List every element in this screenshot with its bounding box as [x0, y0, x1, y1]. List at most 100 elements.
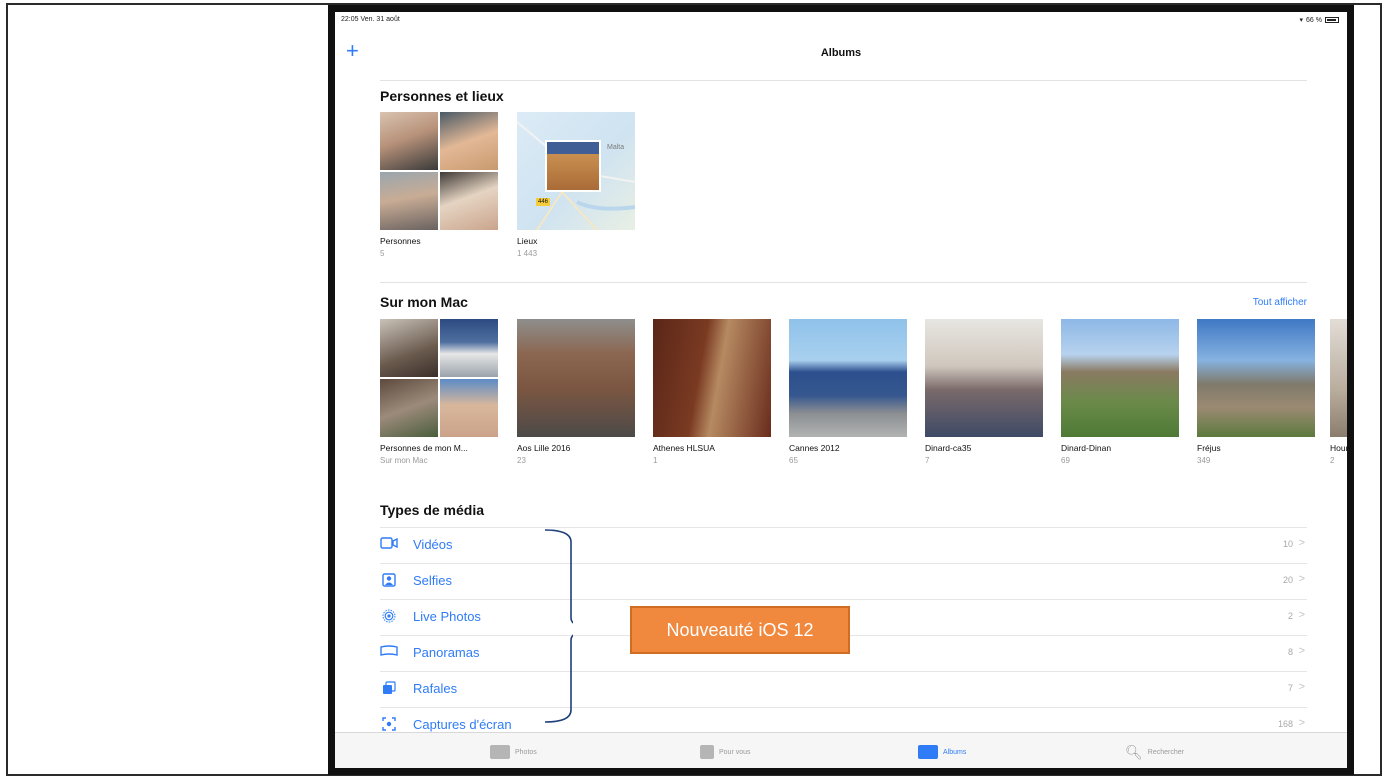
my-mac-header: Sur mon Mac Tout afficher: [380, 294, 1307, 310]
album-item[interactable]: Personnes de mon M... Sur mon Mac: [380, 319, 498, 465]
selfie-icon: [380, 573, 398, 587]
album-item[interactable]: Fréjus 349: [1197, 319, 1315, 465]
album-item[interactable]: Aos Lille 2016 23: [517, 319, 635, 465]
battery-icon: [1325, 17, 1339, 23]
album-count: Sur mon Mac: [380, 456, 428, 465]
for-you-tab-icon: [700, 745, 714, 759]
album-name: Dinard-ca35: [925, 443, 972, 453]
media-label: Vidéos: [413, 537, 453, 552]
divider: [380, 80, 1307, 81]
tab-label: Albums: [943, 748, 967, 756]
media-types-header: Types de média: [380, 502, 1307, 518]
section-title-media-types: Types de média: [380, 502, 485, 518]
media-row-bursts[interactable]: Rafales 7 >: [380, 671, 1307, 707]
media-label: Panoramas: [413, 645, 480, 660]
album-thumbnail[interactable]: [517, 319, 635, 437]
tab-bar: Photos Pour vous Albums 🔍︎ Rechercher: [335, 732, 1347, 768]
chevron-right-icon: >: [1298, 717, 1305, 729]
album-name: Cannes 2012: [789, 443, 840, 453]
album-count: 5: [380, 249, 385, 258]
callout-badge: Nouveauté iOS 12: [630, 606, 850, 654]
album-thumbnail[interactable]: [1197, 319, 1315, 437]
chevron-right-icon: >: [1298, 645, 1305, 657]
chevron-right-icon: >: [1298, 609, 1305, 621]
media-label: Rafales: [413, 681, 458, 696]
map-pin-count: 446: [536, 198, 551, 206]
media-label: Selfies: [413, 573, 453, 588]
tab-label: Rechercher: [1147, 748, 1184, 756]
album-item[interactable]: Hour 2: [1330, 319, 1347, 465]
album-people-thumbnail[interactable]: [380, 112, 498, 230]
tab-for-you[interactable]: Pour vous: [700, 740, 751, 764]
media-row-selfies[interactable]: Selfies 20 >: [380, 563, 1307, 599]
album-count: 65: [789, 456, 798, 465]
media-count: 20: [1282, 575, 1293, 585]
album-item[interactable]: Dinard-ca35 7: [925, 319, 1043, 465]
section-title-my-mac: Sur mon Mac: [380, 294, 468, 310]
see-all-link[interactable]: Tout afficher: [1253, 297, 1307, 308]
album-places-map[interactable]: Malta 446: [517, 112, 635, 230]
album-item[interactable]: Cannes 2012 65: [789, 319, 907, 465]
album-count: 2: [1330, 456, 1335, 465]
media-label: Captures d'écran: [413, 717, 512, 732]
screenshot-icon: [380, 717, 398, 731]
burst-icon: [380, 681, 398, 695]
album-thumbnail[interactable]: [1330, 319, 1347, 437]
album-thumbnail[interactable]: [925, 319, 1043, 437]
map-pin-photo: [545, 140, 601, 192]
album-name: Personnes: [380, 236, 421, 246]
tab-label: Photos: [515, 748, 537, 756]
album-people[interactable]: Personnes 5: [380, 112, 498, 258]
callout-text: Nouveauté iOS 12: [666, 619, 814, 640]
album-name: Fréjus: [1197, 443, 1221, 453]
album-name: Lieux: [517, 236, 538, 246]
battery-percent: 66 %: [1306, 16, 1322, 24]
album-count: 69: [1061, 456, 1070, 465]
album-item[interactable]: Athenes HLSUA 1: [653, 319, 771, 465]
tab-albums[interactable]: Albums: [918, 740, 966, 764]
media-count: 2: [1287, 611, 1293, 621]
nav-bar: + Albums: [335, 32, 1347, 76]
divider: [380, 282, 1307, 283]
media-count: 10: [1282, 539, 1293, 549]
album-name: Athenes HLSUA: [653, 443, 715, 453]
album-thumbnail[interactable]: [653, 319, 771, 437]
media-label: Live Photos: [413, 609, 481, 624]
panorama-icon: [380, 645, 398, 659]
search-tab-icon: 🔍︎: [1125, 744, 1143, 760]
tab-label: Pour vous: [719, 748, 751, 756]
chevron-right-icon: >: [1298, 573, 1305, 585]
section-title-people-places: Personnes et lieux: [380, 88, 504, 104]
media-count: 168: [1277, 719, 1293, 729]
album-thumbnail[interactable]: [1061, 319, 1179, 437]
album-item[interactable]: Dinard-Dinan 69: [1061, 319, 1179, 465]
ipad-screen: 22:05 Ven. 31 août ▾ 66 % + Albums Perso…: [328, 5, 1354, 775]
people-places-header: Personnes et lieux: [380, 88, 1307, 104]
chevron-right-icon: >: [1298, 537, 1305, 549]
album-name: Dinard-Dinan: [1061, 443, 1112, 453]
chevron-right-icon: >: [1298, 681, 1305, 693]
media-count: 7: [1287, 683, 1293, 693]
media-row-videos[interactable]: Vidéos 10 >: [380, 527, 1307, 563]
album-count: 7: [925, 456, 930, 465]
wifi-icon: ▾: [1299, 17, 1304, 24]
album-name: Personnes de mon M...: [380, 443, 468, 453]
video-icon: [380, 537, 398, 551]
bracket-annotation: [544, 529, 573, 723]
album-thumbnail[interactable]: [380, 319, 498, 437]
album-count: 23: [517, 456, 526, 465]
media-count: 8: [1287, 647, 1293, 657]
status-bar: 22:05 Ven. 31 août ▾ 66 %: [335, 12, 1347, 28]
album-places[interactable]: Malta 446 Lieux 1 443: [517, 112, 635, 258]
album-thumbnail[interactable]: [789, 319, 907, 437]
albums-tab-icon: [918, 745, 938, 759]
album-count: 1 443: [517, 249, 538, 258]
album-count: 1: [653, 456, 658, 465]
face-thumbnail: [380, 112, 438, 170]
live-photo-icon: [380, 609, 398, 623]
photos-tab-icon: [490, 745, 510, 759]
album-name: Aos Lille 2016: [517, 443, 571, 453]
tab-search[interactable]: 🔍︎ Rechercher: [1125, 740, 1184, 764]
face-thumbnail: [380, 172, 438, 230]
tab-photos[interactable]: Photos: [490, 740, 537, 764]
